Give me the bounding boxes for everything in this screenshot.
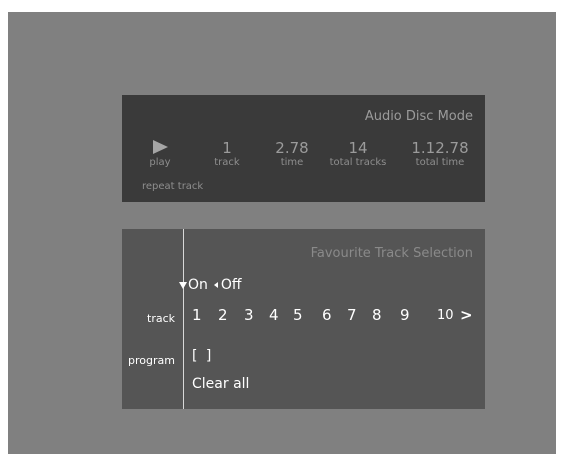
off-option[interactable]: Off [221,277,242,293]
on-off-toggle[interactable]: On Off [179,277,242,293]
play-icon [152,140,168,154]
clear-all-button[interactable]: Clear all [192,376,249,392]
total-tracks-value: 14 [348,139,368,157]
play-label: play [149,157,171,168]
track-number-4[interactable]: 4 [269,306,279,324]
track-number-8[interactable]: 8 [372,306,382,324]
program-slot[interactable]: [ ] [192,348,213,364]
total-tracks-status: 14 total tracks [325,140,391,170]
mode-title: Audio Disc Mode [364,109,473,124]
track-number-row: 1 2 3 4 5 6 7 8 9 10 > [192,306,482,326]
favourite-track-panel: Favourite Track Selection On Off track 1 … [122,229,485,409]
total-time-label: total time [415,157,465,168]
panel-divider [183,229,184,409]
track-number-9[interactable]: 9 [400,306,410,324]
track-number-3[interactable]: 3 [244,306,254,324]
track-number-6[interactable]: 6 [322,306,332,324]
total-tracks-label: total tracks [329,157,387,168]
track-status: 1 track [202,140,252,170]
repeat-track-label[interactable]: repeat track [142,181,203,192]
next-tracks-chevron-icon[interactable]: > [460,306,473,324]
track-number-5[interactable]: 5 [293,306,303,324]
on-option[interactable]: On [188,277,208,293]
status-panel: Audio Disc Mode play 1 track 2.78 time 1… [122,95,485,202]
track-value: 1 [222,139,232,157]
program-row-label: program [128,354,175,367]
time-value: 2.78 [275,139,309,157]
track-label: track [214,157,240,168]
track-row-label: track [147,312,175,325]
track-number-7[interactable]: 7 [347,306,357,324]
play-status[interactable]: play [140,140,180,170]
favourite-title: Favourite Track Selection [310,246,473,261]
time-label: time [280,157,304,168]
track-number-2[interactable]: 2 [218,306,228,324]
time-status: 2.78 time [267,140,317,170]
total-time-status: 1.12.78 total time [410,140,470,170]
pointer-left-icon [213,282,218,288]
track-number-10[interactable]: 10 [437,308,454,323]
track-number-1[interactable]: 1 [192,306,202,324]
selected-arrow-icon [179,281,187,289]
total-time-value: 1.12.78 [411,139,469,157]
